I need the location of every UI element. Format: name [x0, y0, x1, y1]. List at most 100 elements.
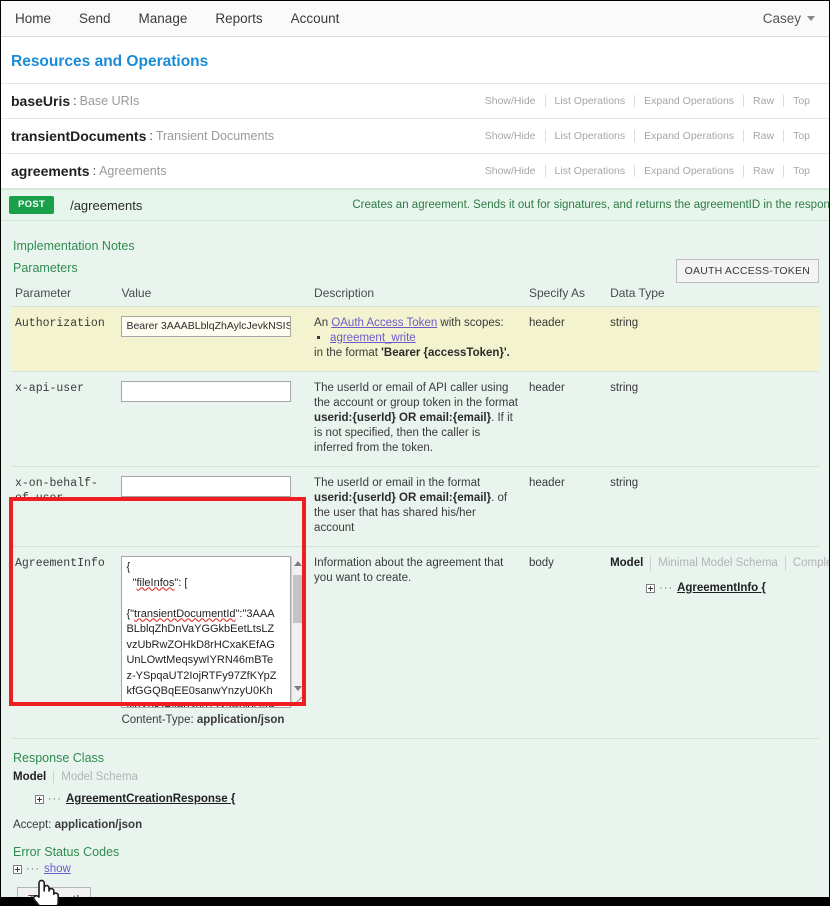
link-list-operations[interactable]: List Operations: [544, 130, 635, 142]
link-list-operations[interactable]: List Operations: [544, 95, 635, 107]
parameter-value-cell: [117, 466, 311, 547]
oauth-access-token-link[interactable]: OAuth Access Token: [331, 317, 437, 329]
desc-prefix: The userId or email of API caller using …: [314, 382, 518, 409]
resource-separator: :: [73, 94, 77, 108]
resource-links: Show/Hide List Operations Expand Operati…: [476, 95, 819, 107]
link-top[interactable]: Top: [783, 95, 819, 107]
scope-list: agreement_write: [314, 331, 519, 346]
nav-item-home[interactable]: Home: [15, 1, 65, 37]
scrollbar-thumb[interactable]: [293, 575, 304, 623]
column-header-data-type: Data Type: [606, 283, 819, 307]
resource-row-baseuris[interactable]: baseUris : Base URIs Show/Hide List Oper…: [1, 83, 829, 118]
json-key-transientdocumentid: transientDocumentId: [134, 607, 236, 620]
nav-item-account[interactable]: Account: [277, 1, 354, 37]
error-show-line: ··· show: [13, 863, 819, 875]
specify-as-agreementinfo: body: [524, 546, 607, 739]
model-expand-line-response: ··· AgreementCreationResponse {: [11, 793, 819, 805]
tab-response-model-schema[interactable]: Model Schema: [53, 771, 145, 783]
tab-model[interactable]: Model: [610, 556, 650, 571]
link-show-hide[interactable]: Show/Hide: [476, 95, 545, 107]
json-key-fileinfos: fileInfos: [136, 576, 175, 589]
model-name-agreementinfo[interactable]: AgreementInfo {: [677, 581, 766, 596]
tab-response-model[interactable]: Model: [13, 771, 53, 783]
accept-label: Accept:: [13, 819, 52, 831]
show-errors-link[interactable]: show: [44, 863, 71, 875]
resource-name: transientDocuments: [11, 128, 147, 144]
resource-separator: :: [149, 129, 153, 143]
link-raw[interactable]: Raw: [743, 130, 783, 142]
account-menu[interactable]: Casey: [763, 11, 817, 26]
link-top[interactable]: Top: [783, 130, 819, 142]
specify-as-x-api-user: header: [524, 371, 607, 467]
desc-prefix: The userId or email in the format: [314, 477, 481, 489]
link-expand-operations[interactable]: Expand Operations: [634, 130, 743, 142]
scroll-up-arrow-icon[interactable]: [294, 561, 303, 566]
link-raw[interactable]: Raw: [743, 165, 783, 177]
link-show-hide[interactable]: Show/Hide: [476, 165, 545, 177]
table-row-authorization: Authorization Bearer 3AAABLblqZhAylcJevk…: [11, 306, 819, 372]
implementation-notes-title: Implementation Notes: [13, 239, 135, 253]
accept-line: Accept: application/json: [13, 819, 819, 831]
data-type-agreementinfo: Model Minimal Model Schema Complete ··· …: [606, 546, 829, 739]
resource-description: Agreements: [99, 164, 167, 178]
resource-row-agreements[interactable]: agreements : Agreements Show/Hide List O…: [1, 153, 829, 188]
data-type-x-api-user: string: [606, 371, 819, 467]
nav-item-send[interactable]: Send: [65, 1, 125, 37]
scope-agreement-write-link[interactable]: agreement_write: [330, 332, 416, 344]
link-raw[interactable]: Raw: [743, 95, 783, 107]
desc-bold: userid:{userId} OR email:{email}: [314, 492, 492, 504]
oauth-access-token-button[interactable]: OAUTH ACCESS-TOKEN: [675, 259, 819, 283]
specify-as-authorization: header: [524, 306, 607, 372]
resource-links: Show/Hide List Operations Expand Operati…: [476, 130, 819, 142]
top-navigation-bar: Home Send Manage Reports Account Casey: [1, 1, 829, 37]
textarea-scrollbar[interactable]: [291, 557, 304, 707]
x-api-user-input[interactable]: [121, 381, 292, 402]
expand-plus-icon[interactable]: [35, 794, 44, 804]
link-show-hide[interactable]: Show/Hide: [476, 130, 545, 142]
model-name-agreementcreationresponse[interactable]: AgreementCreationResponse {: [66, 793, 235, 805]
operation-header[interactable]: POST /agreements Creates an agreement. S…: [1, 189, 829, 221]
column-header-parameter: Parameter: [11, 283, 118, 307]
operation-body: Implementation Notes OAUTH ACCESS-TOKEN …: [1, 221, 829, 905]
ellipsis-icon: ···: [26, 863, 40, 875]
textarea-resize-grip[interactable]: [293, 697, 303, 706]
tab-complete-model-schema[interactable]: Complete: [784, 556, 829, 571]
http-method-badge: POST: [9, 196, 55, 214]
resource-separator: :: [92, 164, 97, 178]
link-expand-operations[interactable]: Expand Operations: [634, 95, 743, 107]
resource-row-transientdocuments[interactable]: transientDocuments : Transient Documents…: [1, 118, 829, 153]
model-expand-line-agreementinfo: ··· AgreementInfo {: [610, 581, 813, 596]
content-type-value: application/json: [196, 714, 285, 726]
json-line-2-prefix: ": [126, 576, 137, 589]
table-row-x-on-behalf-of-user: x-on-behalf-of-user The userId or email …: [11, 466, 819, 547]
json-line-3-prefix: {": [126, 607, 135, 620]
json-line-2-suffix: ": [: [174, 576, 188, 589]
nav-item-manage[interactable]: Manage: [125, 1, 202, 37]
parameter-value-cell: [117, 371, 311, 467]
parameter-description-agreementinfo: Information about the agreement that you…: [310, 546, 525, 739]
json-line-3-value: ":"3AAABLblqZhDnVaYGGkbEetLtsLZvzUbRwZOH…: [126, 607, 277, 708]
parameter-description-x-on-behalf-of-user: The userId or email in the format userid…: [310, 466, 525, 547]
agreementinfo-textarea-wrapper: { "fileInfos": [ {"transientDocumentId":"…: [121, 556, 304, 708]
data-type-authorization: string: [606, 306, 819, 372]
expand-plus-icon[interactable]: [13, 864, 22, 874]
link-expand-operations[interactable]: Expand Operations: [634, 165, 743, 177]
scroll-down-arrow-icon[interactable]: [294, 686, 303, 691]
link-top[interactable]: Top: [783, 165, 819, 177]
response-model-tabs: Model Model Schema: [13, 771, 819, 783]
parameter-description-x-api-user: The userId or email of API caller using …: [310, 371, 525, 467]
desc-format-value: 'Bearer {accessToken}'.: [381, 347, 510, 359]
resource-description: Transient Documents: [155, 129, 275, 143]
agreementinfo-json-textarea[interactable]: { "fileInfos": [ {"transientDocumentId":"…: [121, 556, 292, 708]
nav-item-reports[interactable]: Reports: [201, 1, 276, 37]
expand-plus-icon[interactable]: [646, 584, 656, 593]
column-header-value: Value: [117, 283, 311, 307]
operation-post-agreements: POST /agreements Creates an agreement. S…: [1, 188, 829, 905]
authorization-input[interactable]: Bearer 3AAABLblqZhAylcJevkNSISzL: [121, 316, 292, 337]
json-line-1: {: [126, 561, 131, 573]
tab-minimal-model-schema[interactable]: Minimal Model Schema: [650, 556, 785, 571]
parameters-table-header-row: Parameter Value Description Specify As D…: [11, 283, 819, 307]
x-on-behalf-of-user-input[interactable]: [121, 476, 292, 497]
response-class-title: Response Class: [13, 751, 105, 765]
link-list-operations[interactable]: List Operations: [544, 165, 635, 177]
